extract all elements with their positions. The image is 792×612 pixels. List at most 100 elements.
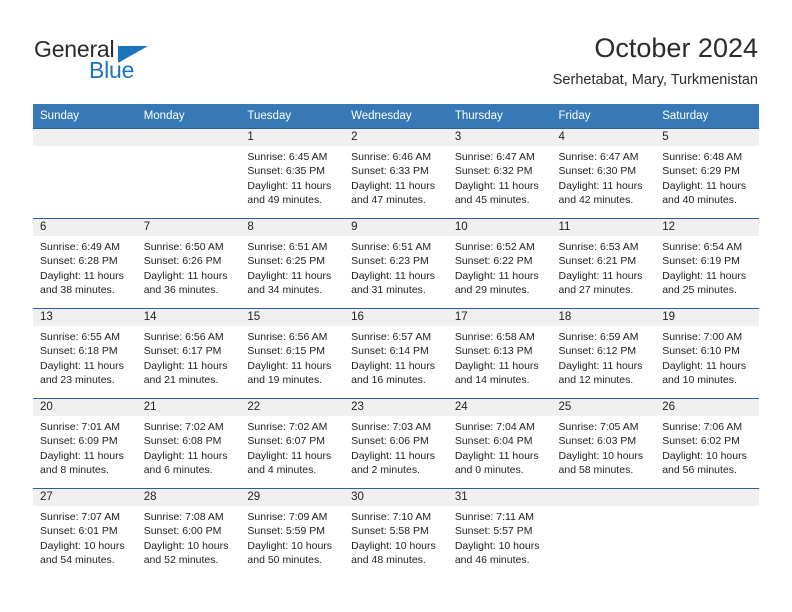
sunrise-time: Sunrise: 6:53 AM — [558, 241, 639, 253]
calendar-day-cell[interactable]: 1 Sunrise: 6:45 AM Sunset: 6:35 PM Daylight… — [240, 128, 345, 219]
daylight-duration-line2: and 48 minutes. — [351, 553, 426, 566]
sunset-time: Sunset: 6:00 PM — [143, 525, 222, 538]
day-details: Sunrise: 6:45 AM Sunset: 6:35 PM Daylight:… — [240, 146, 344, 207]
day-number: 28 — [136, 489, 241, 506]
day-number: 13 — [33, 309, 137, 326]
daylight-duration-line2: and 36 minutes. — [143, 283, 219, 296]
sunset-time: Sunset: 6:33 PM — [351, 165, 429, 178]
calendar-day-cell[interactable]: 29 Sunrise: 7:09 AM Sunset: 5:59 PM Dayligh… — [240, 488, 345, 579]
calendar-week-row: 1 Sunrise: 6:45 AM Sunset: 6:35 PM Daylight… — [33, 128, 759, 219]
location-subtitle: Serhetabat, Mary, Turkmenistan — [552, 72, 758, 88]
weekday-header-saturday: Saturday — [655, 104, 759, 129]
calendar-day-cell[interactable]: 12 Sunrise: 6:54 AM Sunset: 6:19 PM Dayligh… — [655, 218, 759, 309]
day-details: Sunrise: 6:55 AM Sunset: 6:18 PM Daylight:… — [33, 326, 137, 387]
day-details: Sunrise: 6:48 AM Sunset: 6:29 PM Daylight:… — [655, 146, 759, 207]
calendar-day-cell-empty — [33, 128, 137, 219]
sunrise-sunset-calendar-table: Sunday Monday Tuesday Wednesday Thursday… — [33, 104, 759, 579]
day-number: 8 — [240, 219, 345, 236]
sunset-time: Sunset: 6:02 PM — [662, 435, 740, 448]
day-number: 27 — [33, 489, 137, 506]
calendar-day-cell[interactable]: 14 Sunrise: 6:56 AM Sunset: 6:17 PM Dayligh… — [136, 308, 241, 399]
calendar-day-cell[interactable]: 8 Sunrise: 6:51 AM Sunset: 6:25 PM Daylight… — [240, 218, 345, 309]
calendar-day-cell[interactable]: 28 Sunrise: 7:08 AM Sunset: 6:00 PM Dayligh… — [136, 488, 241, 579]
day-details: Sunrise: 7:05 AM Sunset: 6:03 PM Daylight:… — [552, 416, 656, 477]
daylight-duration-line1: Daylight: 11 hours — [662, 179, 747, 192]
daylight-duration-line1: Daylight: 10 hours — [247, 539, 333, 552]
sunrise-time: Sunrise: 7:00 AM — [662, 331, 743, 343]
day-number: 2 — [344, 129, 448, 146]
day-details: Sunrise: 6:47 AM Sunset: 6:32 PM Daylight:… — [448, 146, 552, 207]
calendar-day-cell[interactable]: 22 Sunrise: 7:02 AM Sunset: 6:07 PM Dayligh… — [240, 398, 345, 489]
weekday-header-friday: Friday — [551, 104, 656, 129]
daylight-duration-line1: Daylight: 11 hours — [558, 359, 643, 372]
day-number: 29 — [240, 489, 345, 506]
calendar-day-cell[interactable]: 19 Sunrise: 7:00 AM Sunset: 6:10 PM Dayligh… — [655, 308, 759, 399]
calendar-day-cell[interactable]: 13 Sunrise: 6:55 AM Sunset: 6:18 PM Dayligh… — [33, 308, 137, 399]
weekday-header-monday: Monday — [136, 104, 241, 129]
sunset-time: Sunset: 6:14 PM — [351, 345, 429, 358]
daylight-duration-line2: and 27 minutes. — [558, 283, 634, 296]
calendar-day-cell[interactable]: 25 Sunrise: 7:05 AM Sunset: 6:03 PM Dayligh… — [551, 398, 656, 489]
general-blue-logo[interactable]: General Blue — [34, 36, 174, 86]
calendar-day-cell[interactable]: 6 Sunrise: 6:49 AM Sunset: 6:28 PM Daylight… — [33, 218, 137, 309]
day-number — [655, 489, 759, 506]
calendar-day-cell[interactable]: 20 Sunrise: 7:01 AM Sunset: 6:09 PM Dayligh… — [33, 398, 137, 489]
calendar-day-cell[interactable]: 9 Sunrise: 6:51 AM Sunset: 6:23 PM Daylight… — [344, 218, 448, 309]
title-block: October 2024 Serhetabat, Mary, Turkmenis… — [553, 32, 758, 90]
daylight-duration-line2: and 47 minutes. — [351, 193, 426, 206]
day-number: 4 — [551, 129, 656, 146]
sunset-time: Sunset: 6:13 PM — [454, 345, 533, 358]
calendar-body: 1 Sunrise: 6:45 AM Sunset: 6:35 PM Daylight… — [33, 128, 759, 579]
daylight-duration-line1: Daylight: 11 hours — [454, 269, 539, 282]
daylight-duration-line2: and 25 minutes. — [662, 283, 737, 296]
sunrise-time: Sunrise: 6:51 AM — [247, 241, 328, 253]
calendar-day-cell[interactable]: 30 Sunrise: 7:10 AM Sunset: 5:58 PM Dayligh… — [344, 488, 448, 579]
daylight-duration-line1: Daylight: 11 hours — [247, 449, 332, 462]
day-number: 11 — [551, 219, 656, 236]
daylight-duration-line1: Daylight: 10 hours — [454, 539, 540, 552]
daylight-duration-line1: Daylight: 10 hours — [40, 539, 125, 552]
daylight-duration-line2: and 46 minutes. — [454, 553, 530, 566]
calendar-day-cell[interactable]: 23 Sunrise: 7:03 AM Sunset: 6:06 PM Dayligh… — [344, 398, 448, 489]
calendar-day-cell[interactable]: 27 Sunrise: 7:07 AM Sunset: 6:01 PM Dayligh… — [33, 488, 137, 579]
calendar-day-cell[interactable]: 18 Sunrise: 6:59 AM Sunset: 6:12 PM Dayligh… — [551, 308, 656, 399]
daylight-duration-line1: Daylight: 11 hours — [40, 359, 124, 372]
calendar-day-cell[interactable]: 3 Sunrise: 6:47 AM Sunset: 6:32 PM Daylight… — [447, 128, 552, 219]
day-details: Sunrise: 7:01 AM Sunset: 6:09 PM Daylight:… — [33, 416, 137, 477]
calendar-day-cell[interactable]: 10 Sunrise: 6:52 AM Sunset: 6:22 PM Dayligh… — [447, 218, 552, 309]
sunset-time: Sunset: 6:25 PM — [247, 255, 326, 268]
daylight-duration-line2: and 50 minutes. — [247, 553, 323, 566]
calendar-day-cell[interactable]: 4 Sunrise: 6:47 AM Sunset: 6:30 PM Daylight… — [551, 128, 656, 219]
calendar-day-cell[interactable]: 2 Sunrise: 6:46 AM Sunset: 6:33 PM Daylight… — [344, 128, 448, 219]
sunrise-time: Sunrise: 6:48 AM — [662, 151, 743, 163]
calendar-day-cell[interactable]: 16 Sunrise: 6:57 AM Sunset: 6:14 PM Dayligh… — [344, 308, 448, 399]
calendar-day-cell[interactable]: 21 Sunrise: 7:02 AM Sunset: 6:08 PM Dayligh… — [136, 398, 241, 489]
calendar-day-cell[interactable]: 5 Sunrise: 6:48 AM Sunset: 6:29 PM Daylight… — [655, 128, 759, 219]
calendar-day-cell[interactable]: 24 Sunrise: 7:04 AM Sunset: 6:04 PM Dayligh… — [447, 398, 552, 489]
sunrise-time: Sunrise: 6:54 AM — [662, 241, 743, 253]
calendar-day-cell[interactable]: 15 Sunrise: 6:56 AM Sunset: 6:15 PM Dayligh… — [240, 308, 345, 399]
calendar-day-cell[interactable]: 11 Sunrise: 6:53 AM Sunset: 6:21 PM Dayligh… — [551, 218, 656, 309]
daylight-duration-line1: Daylight: 11 hours — [40, 269, 124, 282]
daylight-duration-line1: Daylight: 11 hours — [454, 179, 539, 192]
daylight-duration-line2: and 0 minutes. — [454, 463, 524, 476]
logo-text-blue: Blue — [89, 57, 135, 83]
sunrise-time: Sunrise: 7:11 AM — [454, 511, 534, 523]
day-number: 3 — [447, 129, 552, 146]
daylight-duration-line2: and 6 minutes. — [143, 463, 213, 476]
daylight-duration-line2: and 8 minutes. — [40, 463, 109, 476]
calendar-day-cell[interactable]: 31 Sunrise: 7:11 AM Sunset: 5:57 PM Dayligh… — [447, 488, 552, 579]
sunset-time: Sunset: 6:07 PM — [247, 435, 326, 448]
sunrise-time: Sunrise: 6:58 AM — [454, 331, 535, 343]
sunrise-time: Sunrise: 7:01 AM — [40, 421, 120, 433]
calendar-day-cell[interactable]: 17 Sunrise: 6:58 AM Sunset: 6:13 PM Dayligh… — [447, 308, 552, 399]
sunset-time: Sunset: 6:18 PM — [40, 345, 118, 358]
day-details: Sunrise: 6:47 AM Sunset: 6:30 PM Daylight:… — [552, 146, 656, 207]
sunset-time: Sunset: 6:22 PM — [454, 255, 533, 268]
sunrise-time: Sunrise: 7:05 AM — [558, 421, 639, 433]
sunrise-time: Sunrise: 7:08 AM — [143, 511, 224, 523]
day-number: 25 — [551, 399, 656, 416]
calendar-day-cell[interactable]: 26 Sunrise: 7:06 AM Sunset: 6:02 PM Dayligh… — [655, 398, 759, 489]
calendar-day-cell[interactable]: 7 Sunrise: 6:50 AM Sunset: 6:26 PM Daylight… — [136, 218, 241, 309]
day-number: 1 — [240, 129, 345, 146]
